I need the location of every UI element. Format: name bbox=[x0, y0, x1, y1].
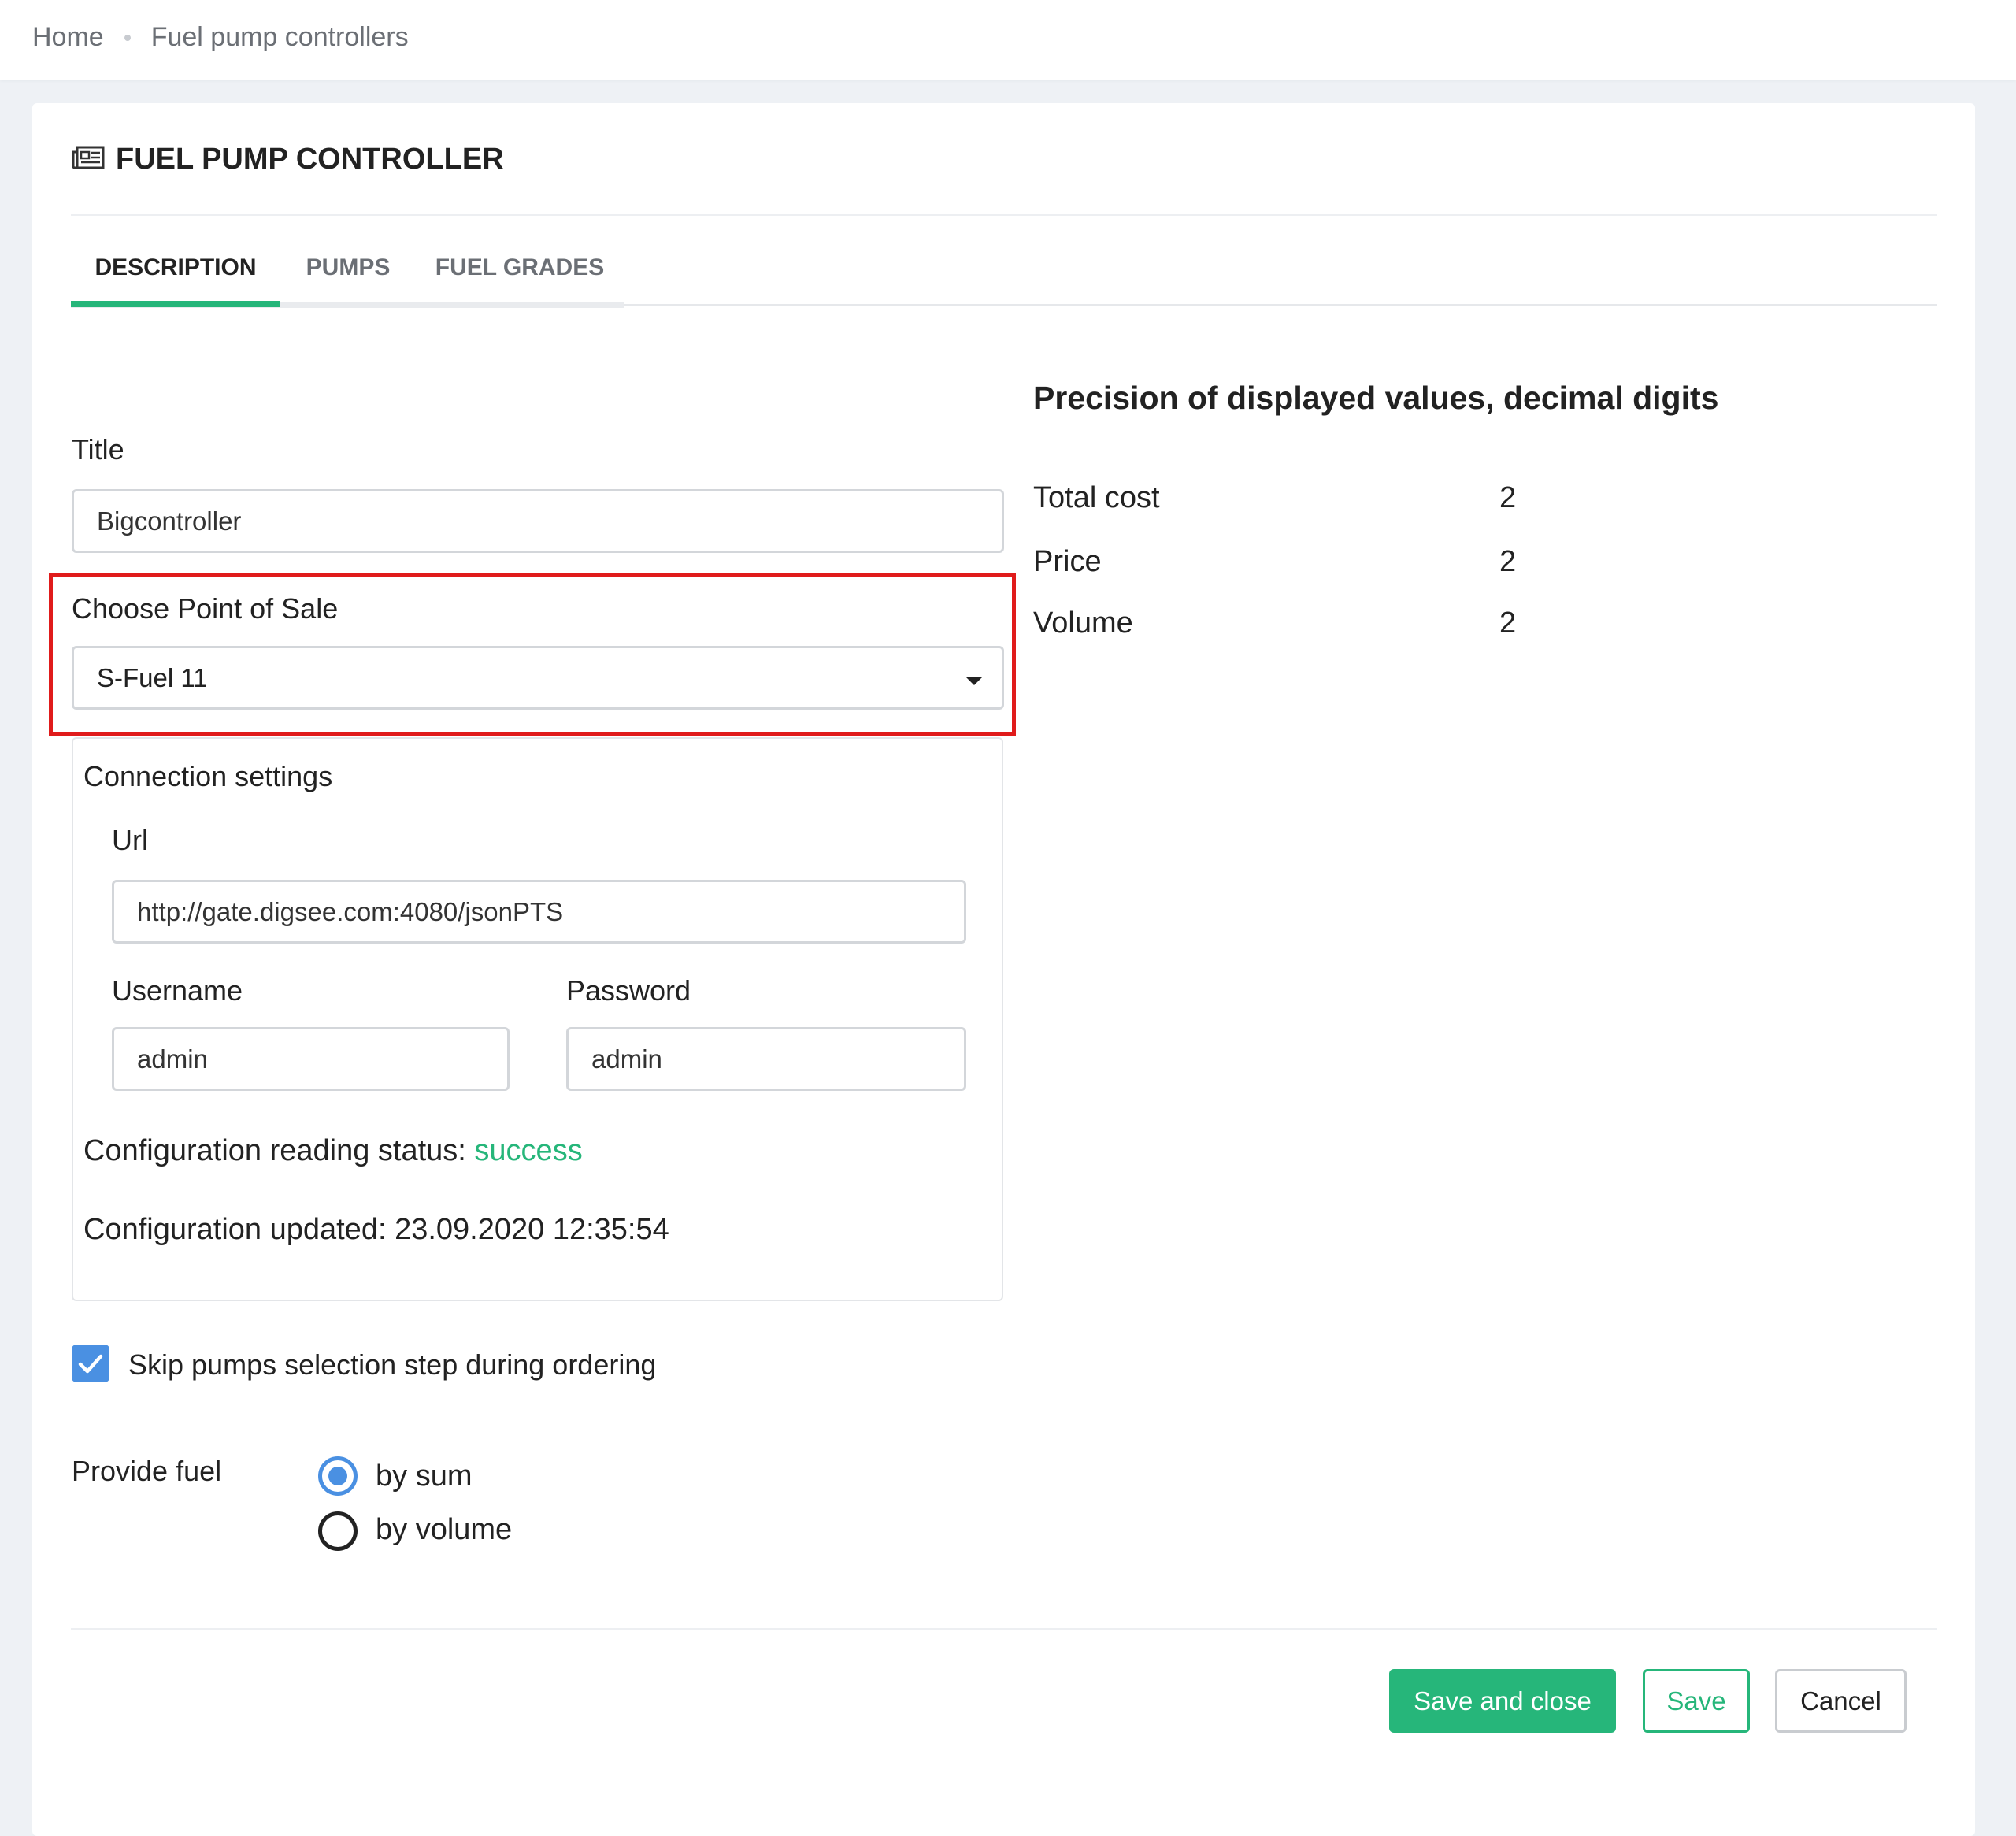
precision-price-label: Price bbox=[1033, 545, 1102, 578]
skip-pumps-checkbox[interactable] bbox=[72, 1345, 109, 1382]
radio-by-sum-label[interactable]: by sum bbox=[376, 1460, 472, 1493]
save-button[interactable]: Save bbox=[1643, 1669, 1750, 1733]
username-input[interactable] bbox=[112, 1027, 510, 1091]
provide-fuel-label: Provide fuel bbox=[72, 1455, 222, 1487]
radio-by-volume[interactable] bbox=[318, 1511, 358, 1551]
password-label: Password bbox=[566, 974, 691, 1007]
radio-dot bbox=[328, 1467, 347, 1485]
checkmark-icon bbox=[78, 1354, 103, 1374]
skip-pumps-label[interactable]: Skip pumps selection step during orderin… bbox=[128, 1348, 656, 1382]
footer-divider bbox=[71, 1628, 1937, 1630]
precision-price-value: 2 bbox=[1499, 545, 1517, 578]
breadcrumb-separator bbox=[124, 34, 131, 41]
radio-by-volume-label[interactable]: by volume bbox=[376, 1513, 512, 1547]
connection-heading: Connection settings bbox=[83, 760, 333, 792]
card-header: FUEL PUMP CONTROLLER bbox=[72, 143, 504, 176]
radio-by-sum[interactable] bbox=[318, 1456, 358, 1496]
title-label: Title bbox=[72, 433, 124, 465]
password-input[interactable] bbox=[566, 1027, 966, 1091]
config-status: Configuration reading status: success bbox=[83, 1134, 583, 1168]
cancel-button[interactable]: Cancel bbox=[1775, 1669, 1907, 1733]
newspaper-icon bbox=[72, 146, 105, 173]
config-updated: Configuration updated: 23.09.2020 12:35:… bbox=[83, 1213, 669, 1247]
url-input[interactable] bbox=[112, 880, 966, 944]
breadcrumb-home[interactable]: Home bbox=[32, 22, 104, 53]
precision-total-cost-value: 2 bbox=[1499, 481, 1517, 514]
header-divider bbox=[71, 214, 1937, 216]
breadcrumb-current: Fuel pump controllers bbox=[150, 22, 409, 52]
precision-total-cost-label: Total cost bbox=[1033, 481, 1160, 514]
precision-title: Precision of displayed values, decimal d… bbox=[1033, 380, 1719, 416]
save-and-close-button[interactable]: Save and close bbox=[1389, 1669, 1616, 1733]
active-tab-indicator bbox=[71, 301, 280, 307]
config-status-label: Configuration reading status: bbox=[83, 1134, 466, 1167]
top-bar: Home Fuel pump controllers bbox=[0, 0, 2016, 80]
highlight-box bbox=[49, 573, 1016, 736]
config-updated-value: 23.09.2020 12:35:54 bbox=[395, 1213, 669, 1246]
tab-bar: DESCRIPTION PUMPS FUEL GRADES bbox=[71, 228, 1937, 308]
title-input[interactable] bbox=[72, 489, 1004, 553]
breadcrumb: Home Fuel pump controllers bbox=[32, 22, 409, 53]
config-status-value: success bbox=[474, 1134, 583, 1167]
tab-fuel-grades[interactable]: FUEL GRADES bbox=[416, 228, 624, 307]
config-updated-label: Configuration updated: bbox=[83, 1213, 387, 1246]
precision-volume-label: Volume bbox=[1033, 606, 1133, 640]
username-label: Username bbox=[112, 974, 243, 1007]
page-title: FUEL PUMP CONTROLLER bbox=[116, 143, 504, 176]
tab-description[interactable]: DESCRIPTION bbox=[71, 228, 280, 307]
url-label: Url bbox=[112, 824, 148, 856]
tab-pumps[interactable]: PUMPS bbox=[280, 228, 416, 307]
precision-volume-value: 2 bbox=[1499, 606, 1517, 640]
